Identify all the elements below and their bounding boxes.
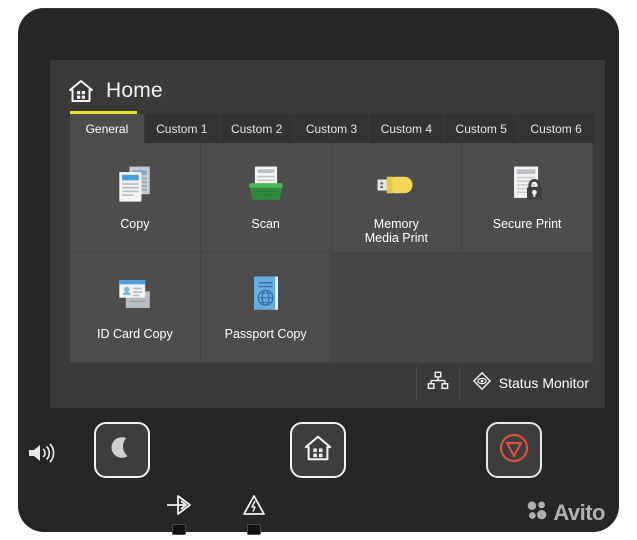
tile-label: Scan [251, 217, 280, 231]
stop-icon [498, 432, 530, 469]
tile-memory-media-print[interactable]: Memory Media Print [331, 143, 463, 253]
status-monitor-icon [472, 371, 492, 396]
tab-custom-2[interactable]: Custom 2 [219, 114, 295, 143]
tab-label: General [85, 121, 129, 136]
tab-custom-1[interactable]: Custom 1 [144, 114, 220, 143]
status-monitor-button[interactable]: Status Monitor [458, 366, 593, 400]
tab-custom-4[interactable]: Custom 4 [369, 114, 445, 143]
usb-drive-icon [370, 157, 422, 213]
tab-label: Custom 4 [380, 121, 433, 136]
scanner-icon [240, 157, 292, 213]
tile-label: ID Card Copy [97, 327, 173, 341]
stop-button[interactable] [486, 422, 542, 478]
tile-scan[interactable]: Scan [200, 143, 332, 253]
touch-panel-screen: Home General Custom 1 Custom 2 Custom 3 … [50, 60, 605, 408]
printer-device-bezel: Home General Custom 1 Custom 2 Custom 3 … [18, 8, 619, 535]
home-button-icon [303, 433, 333, 468]
tile-secure-print[interactable]: Secure Print [462, 143, 593, 253]
tab-custom-6[interactable]: Custom 6 [519, 114, 594, 143]
function-tile-grid: Copy Scan Memory Media Print Secure Prin… [70, 143, 593, 363]
panel-header: Home [68, 74, 163, 108]
network-icon [427, 370, 449, 397]
home-icon [68, 78, 94, 104]
tile-id-card-copy[interactable]: ID Card Copy [70, 253, 201, 363]
tile-label: Memory Media Print [364, 217, 428, 245]
copy-documents-icon [109, 157, 161, 213]
error-indicator [242, 494, 266, 535]
tab-label: Custom 2 [230, 121, 283, 136]
avito-watermark: Avito [526, 499, 605, 526]
home-button[interactable] [290, 422, 346, 478]
hardware-button-row [18, 408, 619, 494]
tile-label: Secure Print [492, 217, 562, 231]
document-lock-icon [501, 157, 553, 213]
tab-custom-5[interactable]: Custom 5 [444, 114, 520, 143]
avito-watermark-text: Avito [553, 499, 605, 525]
id-card-icon [109, 267, 161, 323]
passport-icon [240, 267, 292, 323]
led-lamp [247, 524, 261, 535]
led-lamp [172, 524, 186, 535]
warning-triangle-icon [242, 494, 266, 521]
tile-passport-copy[interactable]: Passport Copy [200, 253, 332, 363]
arrow-data-icon [164, 494, 194, 521]
tab-label: Custom 5 [455, 121, 507, 136]
sleep-button[interactable] [94, 422, 150, 478]
network-status-button[interactable] [415, 366, 459, 400]
moon-sleep-icon [107, 433, 137, 468]
data-indicator [164, 494, 194, 535]
tab-custom-3[interactable]: Custom 3 [294, 114, 370, 143]
avito-logo-icon [526, 499, 548, 526]
status-monitor-label: Status Monitor [498, 375, 589, 391]
tab-label: Custom 6 [530, 121, 582, 136]
tab-label: Custom 3 [305, 121, 358, 136]
status-bar: Status Monitor [70, 366, 593, 400]
tab-bar: General Custom 1 Custom 2 Custom 3 Custo… [70, 114, 594, 143]
tile-label: Passport Copy [224, 327, 307, 341]
page-title: Home [106, 79, 163, 102]
tile-label: Copy [120, 217, 150, 231]
tile-empty-slot[interactable] [331, 253, 463, 363]
speaker-volume-icon [18, 438, 64, 468]
tab-label: Custom 1 [156, 121, 208, 136]
tile-empty-slot[interactable] [462, 253, 593, 363]
tile-copy[interactable]: Copy [70, 143, 201, 253]
tab-general[interactable]: General [70, 114, 145, 143]
